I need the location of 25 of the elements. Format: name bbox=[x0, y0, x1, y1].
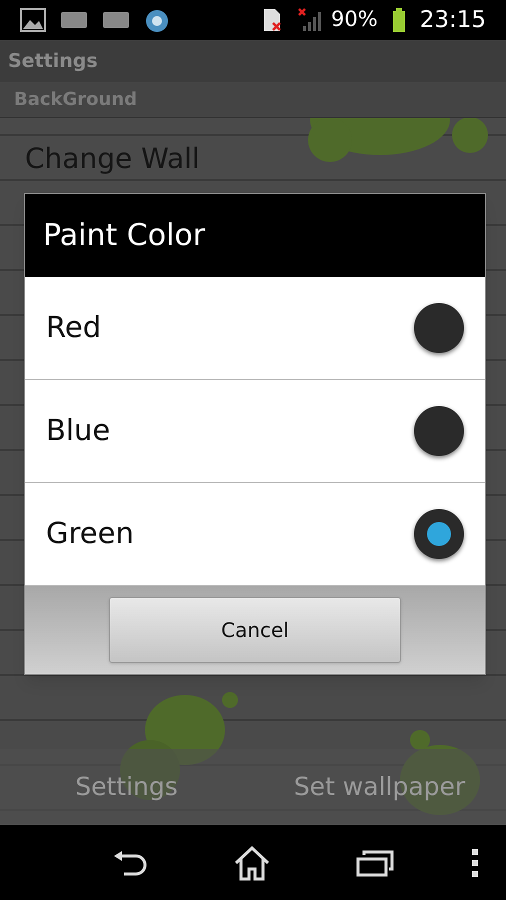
battery-percent: 90% bbox=[331, 6, 378, 34]
option-label: Blue bbox=[46, 412, 112, 450]
app-icon bbox=[144, 7, 170, 33]
radio-button[interactable] bbox=[414, 406, 464, 456]
sd-card-icon bbox=[102, 10, 130, 30]
radio-button[interactable] bbox=[414, 303, 464, 353]
cancel-button[interactable]: Cancel bbox=[109, 597, 401, 663]
sd-card-icon bbox=[60, 10, 88, 30]
battery-icon bbox=[392, 7, 406, 33]
back-icon[interactable] bbox=[112, 848, 148, 876]
option-label: Red bbox=[46, 309, 102, 346]
signal-icon bbox=[297, 7, 324, 33]
image-icon bbox=[20, 8, 46, 32]
dialog-title: Paint Color bbox=[43, 217, 206, 255]
home-icon[interactable] bbox=[232, 844, 271, 880]
option-row[interactable]: Green bbox=[25, 483, 485, 586]
sim-card-icon bbox=[261, 7, 284, 33]
overflow-menu-icon[interactable] bbox=[471, 849, 479, 877]
option-label: Green bbox=[46, 515, 135, 552]
option-row[interactable]: Blue bbox=[25, 380, 485, 483]
screen-title: Settings bbox=[8, 48, 98, 74]
clock: 23:15 bbox=[420, 6, 486, 35]
option-row[interactable]: Red bbox=[25, 277, 485, 380]
radio-button[interactable] bbox=[414, 509, 464, 559]
recent-apps-icon[interactable] bbox=[356, 848, 394, 876]
